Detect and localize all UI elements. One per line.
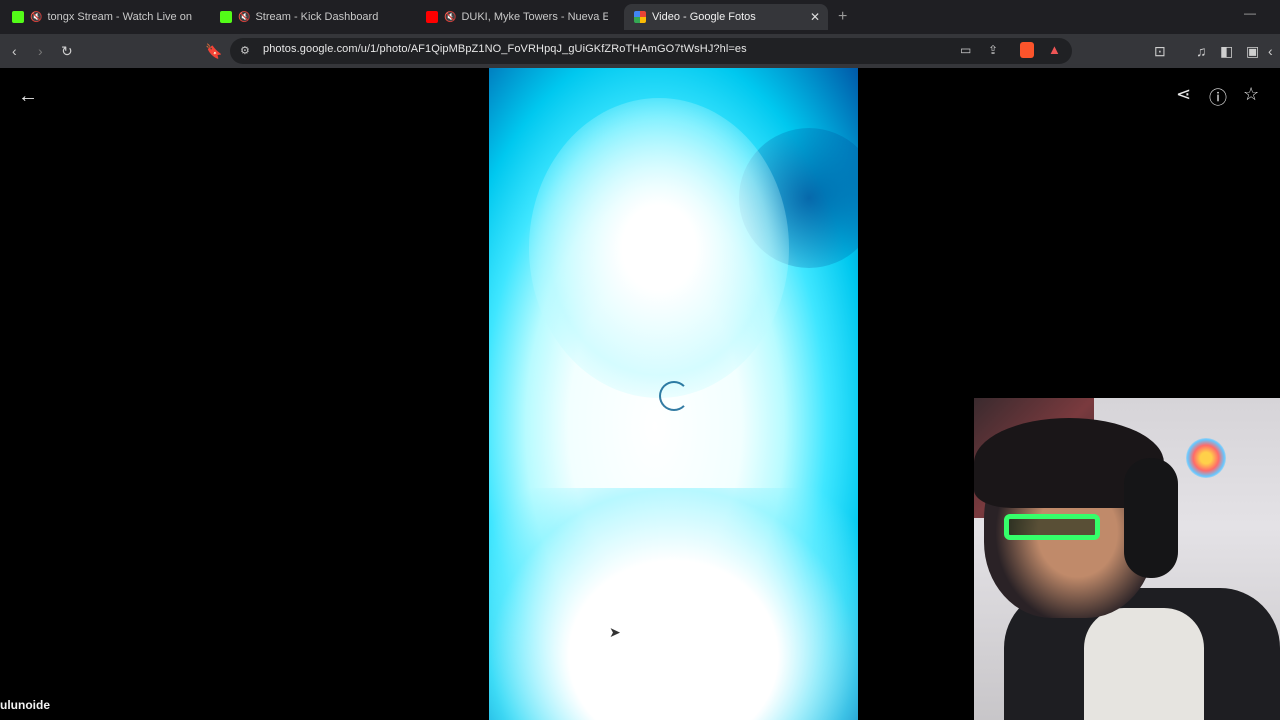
video-highlight: [529, 98, 789, 398]
extensions-icon[interactable]: ‹: [1268, 41, 1273, 61]
tab-label: DUKI, Myke Towers - Nueva Era: [461, 11, 608, 23]
streamer-shirt: [1084, 608, 1204, 720]
loading-spinner-icon: [659, 381, 689, 411]
webcam-overlay: [974, 398, 1280, 720]
share-icon[interactable]: ⇪: [988, 43, 998, 57]
minimize-button[interactable]: —: [1244, 6, 1256, 20]
close-tab-icon[interactable]: ✕: [810, 10, 820, 24]
muted-speaker-icon[interactable]: 🔇: [238, 12, 250, 23]
back-arrow-icon[interactable]: ←: [18, 85, 38, 108]
wallet-icon[interactable]: ▣: [1246, 41, 1259, 61]
mouse-cursor-icon: ➤: [609, 624, 621, 640]
photo-viewer: ← ⋖ ⓘ ☆ ➤ ulunoide: [0, 68, 1280, 720]
info-icon[interactable]: ⓘ: [1209, 84, 1227, 110]
headset: [1124, 458, 1178, 578]
bookmark-icon[interactable]: 🔖: [205, 41, 222, 61]
tab-kick-stream[interactable]: 🔇 tongx Stream - Watch Live on Kick: [12, 4, 194, 30]
new-tab-button[interactable]: +: [838, 8, 847, 26]
address-bar[interactable]: ⚙ photos.google.com/u/1/photo/AF1QipMBpZ…: [230, 38, 1072, 64]
google-photos-icon: [634, 11, 646, 23]
sidebar-icon[interactable]: ◧: [1220, 41, 1233, 61]
muted-speaker-icon[interactable]: 🔇: [444, 12, 456, 23]
back-icon[interactable]: ‹: [12, 41, 17, 61]
star-icon[interactable]: ☆: [1243, 84, 1259, 105]
green-glasses: [1004, 514, 1100, 540]
kick-icon: [220, 11, 232, 23]
reload-icon[interactable]: ↻: [61, 41, 73, 61]
tab-google-photos[interactable]: Video - Google Fotos ✕: [624, 4, 828, 30]
tab-youtube[interactable]: 🔇 DUKI, Myke Towers - Nueva Era: [426, 4, 608, 30]
streamer-name-overlay: ulunoide: [0, 698, 50, 712]
forward-icon[interactable]: ›: [38, 41, 43, 61]
youtube-icon: [426, 11, 438, 23]
tab-label: tongx Stream - Watch Live on Kick: [47, 11, 194, 23]
video-highlight: [489, 488, 858, 720]
cast-icon[interactable]: ▭: [960, 43, 971, 57]
browser-toolbar: ‹ › ↻ 🔖 ⚙ photos.google.com/u/1/photo/AF…: [0, 34, 1280, 68]
tab-label: Video - Google Fotos: [652, 11, 756, 23]
brave-rewards-icon[interactable]: ▲: [1048, 42, 1061, 57]
wall-decoration: [1186, 438, 1226, 478]
sidebar-search-icon[interactable]: ⊡: [1154, 41, 1166, 61]
tab-label: Stream - Kick Dashboard: [255, 11, 379, 23]
media-icon[interactable]: ♫: [1196, 41, 1207, 61]
share-icon[interactable]: ⋖: [1176, 84, 1191, 105]
video-frame[interactable]: ➤: [489, 68, 858, 720]
url-text[interactable]: photos.google.com/u/1/photo/AF1QipMBpZ1N…: [263, 43, 747, 55]
brave-shields-icon[interactable]: [1020, 42, 1034, 58]
kick-icon: [12, 11, 24, 23]
site-settings-icon[interactable]: ⚙: [240, 44, 250, 57]
tab-kick-dashboard[interactable]: 🔇 Stream - Kick Dashboard: [220, 4, 400, 30]
tab-bar: 🔇 tongx Stream - Watch Live on Kick 🔇 St…: [0, 0, 1280, 34]
muted-speaker-icon[interactable]: 🔇: [30, 12, 42, 23]
